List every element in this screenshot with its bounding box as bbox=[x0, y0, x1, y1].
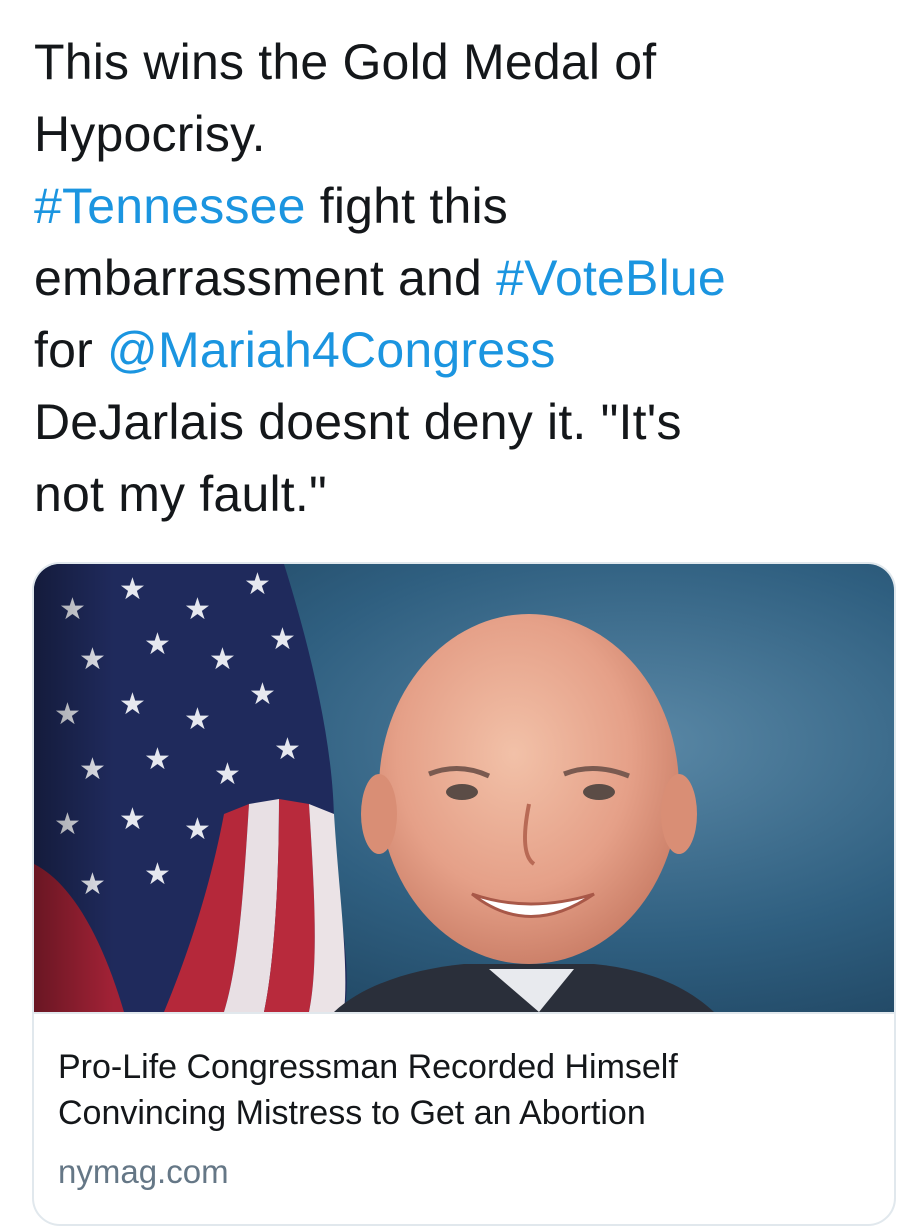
tweet-text: This wins the Gold Medal of Hypocrisy. #… bbox=[34, 26, 894, 530]
svg-text:★: ★ bbox=[244, 567, 271, 602]
tweet-line: not my fault." bbox=[34, 466, 327, 522]
link-preview-card[interactable]: ★★★★ ★★★★ ★★★★ ★★★★ ★★★ ★★ Pro-Life C bbox=[32, 562, 896, 1226]
svg-text:★: ★ bbox=[184, 592, 211, 627]
tweet-line: #Tennessee fight this bbox=[34, 170, 894, 242]
svg-text:★: ★ bbox=[144, 742, 171, 777]
svg-text:★: ★ bbox=[209, 642, 236, 677]
svg-text:★: ★ bbox=[214, 757, 241, 792]
svg-text:★: ★ bbox=[144, 857, 171, 892]
svg-text:★: ★ bbox=[144, 627, 171, 662]
card-domain: nymag.com bbox=[58, 1153, 229, 1190]
svg-text:★: ★ bbox=[249, 677, 276, 712]
tweet-line-text: for bbox=[34, 322, 108, 378]
svg-text:★: ★ bbox=[184, 702, 211, 737]
svg-text:★: ★ bbox=[269, 622, 296, 657]
card-title[interactable]: Pro-Life Congressman Recorded Himself Co… bbox=[58, 1044, 868, 1136]
card-body[interactable]: Pro-Life Congressman Recorded Himself Co… bbox=[34, 1012, 894, 1224]
tweet-line: This wins the Gold Medal of bbox=[34, 34, 657, 90]
tweet-line: DeJarlais doesnt deny it. "It's bbox=[34, 394, 682, 450]
card-title-line: Pro-Life Congressman Recorded Himself bbox=[58, 1048, 678, 1086]
svg-text:★: ★ bbox=[119, 687, 146, 722]
tweet-line-text: embarrassment and bbox=[34, 250, 497, 306]
svg-text:★: ★ bbox=[119, 572, 146, 607]
svg-text:★: ★ bbox=[184, 812, 211, 847]
tweet-line: embarrassment and #VoteBlue bbox=[34, 242, 894, 314]
tweet-line-text: fight this bbox=[305, 178, 508, 234]
hashtag-tennessee-link[interactable]: #Tennessee bbox=[34, 178, 306, 234]
svg-text:★: ★ bbox=[274, 732, 301, 767]
article-image: ★★★★ ★★★★ ★★★★ ★★★★ ★★★ ★★ bbox=[34, 564, 894, 1012]
mention-link[interactable]: @Mariah4Congress bbox=[107, 322, 556, 378]
card-title-line: Convincing Mistress to Get an Abortion bbox=[58, 1094, 646, 1132]
flag-graphic: ★★★★ ★★★★ ★★★★ ★★★★ ★★★ ★★ bbox=[34, 564, 347, 1012]
hashtag-voteblue-link[interactable]: #VoteBlue bbox=[496, 250, 726, 306]
tweet-line: Hypocrisy. bbox=[34, 106, 266, 162]
tweet-line: for @Mariah4Congress bbox=[34, 314, 894, 386]
svg-text:★: ★ bbox=[119, 802, 146, 837]
